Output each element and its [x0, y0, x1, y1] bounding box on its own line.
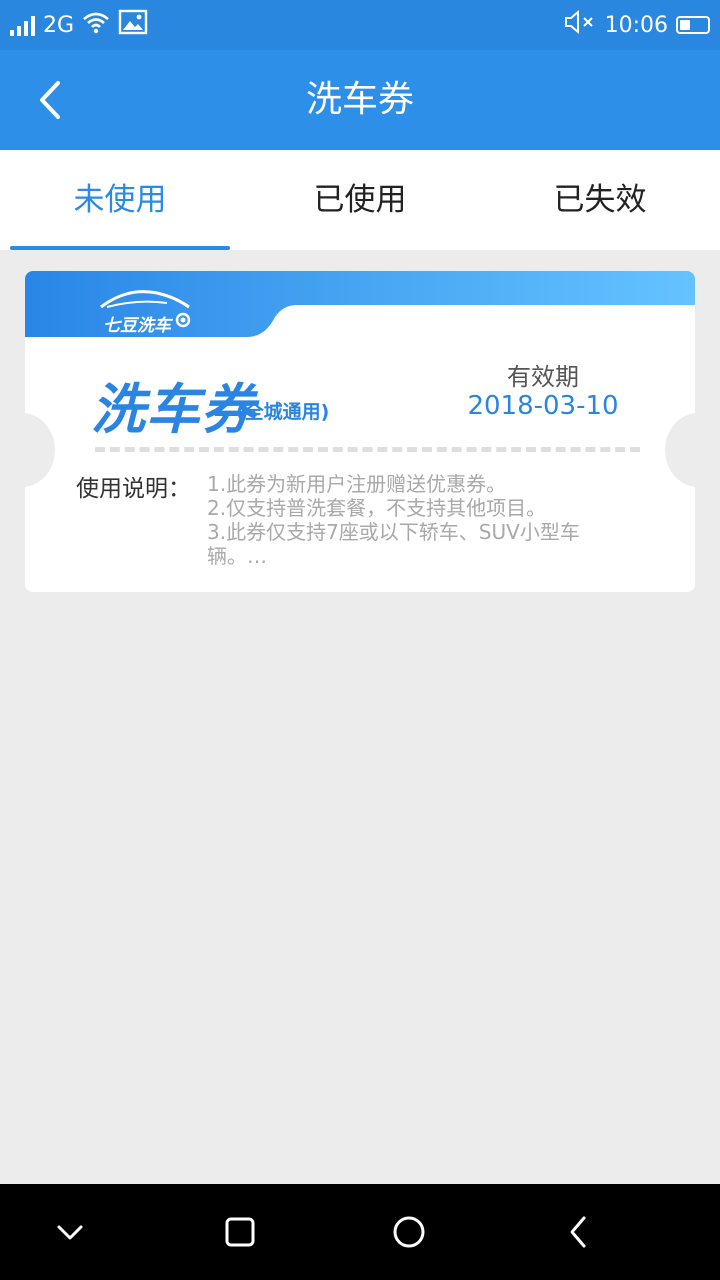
usage-line: 辆。… — [207, 544, 267, 568]
usage-text: 1.此券为新用户注册赠送优惠券。 2.仅支持普洗套餐，不支持其他项目。 3.此券… — [207, 472, 637, 568]
brand-logo-text: 七豆洗车 — [103, 316, 171, 336]
nav-recents-button[interactable] — [220, 1212, 260, 1252]
network-type: 2G — [43, 12, 75, 38]
usage-line: 3.此券仅支持7座或以下轿车、SUV小型车 — [207, 520, 580, 544]
nav-home-button[interactable] — [389, 1212, 429, 1252]
signal-icon — [10, 14, 35, 36]
mute-icon — [563, 9, 597, 41]
nav-back-button[interactable] — [558, 1212, 598, 1252]
circle-icon — [393, 1216, 425, 1248]
nav-hide-button[interactable] — [50, 1212, 90, 1252]
tab-unused[interactable]: 未使用 — [0, 150, 240, 250]
app-bar: 洗车券 — [0, 50, 720, 150]
back-triangle-icon — [570, 1216, 586, 1248]
chevron-down-icon — [57, 1225, 83, 1240]
page-title: 洗车券 — [305, 79, 414, 120]
status-right: 10:06 — [563, 9, 710, 41]
tab-bar: 未使用 已使用 已失效 — [0, 150, 720, 250]
tab-used-label: 已使用 — [313, 182, 407, 218]
dashed-divider — [95, 447, 640, 452]
back-button[interactable] — [22, 75, 78, 125]
coupon-scope: (全城通用) — [236, 401, 330, 423]
tab-unused-label: 未使用 — [73, 182, 167, 218]
ticket-notch-left — [25, 413, 55, 487]
tab-expired-label: 已失效 — [553, 182, 647, 218]
usage-line: 1.此券为新用户注册赠送优惠券。 — [207, 472, 507, 496]
validity-date: 2018-03-10 — [467, 391, 619, 421]
usage-line: 2.仅支持普洗套餐，不支持其他项目。 — [207, 496, 547, 520]
coupon-card[interactable]: 七豆洗车 洗车券 (全城通用) 有效期 2018-03-10 使用说明： 1.此… — [25, 271, 695, 592]
validity-label: 有效期 — [507, 363, 579, 391]
ticket-notch-right — [665, 413, 695, 487]
square-icon — [225, 1217, 255, 1247]
clock: 10:06 — [604, 12, 668, 38]
tab-expired[interactable]: 已失效 — [480, 150, 720, 250]
wifi-icon — [82, 10, 110, 40]
tab-used[interactable]: 已使用 — [240, 150, 480, 250]
coupon-title: 洗车券 — [91, 378, 256, 441]
image-icon — [118, 9, 148, 41]
usage-label: 使用说明： — [76, 476, 191, 502]
status-left: 2G — [10, 9, 148, 41]
system-nav-bar — [0, 1184, 720, 1280]
battery-icon — [676, 16, 710, 34]
tab-indicator — [10, 246, 230, 250]
status-bar: 2G 10:06 — [0, 0, 720, 50]
chevron-left-icon — [40, 81, 60, 119]
